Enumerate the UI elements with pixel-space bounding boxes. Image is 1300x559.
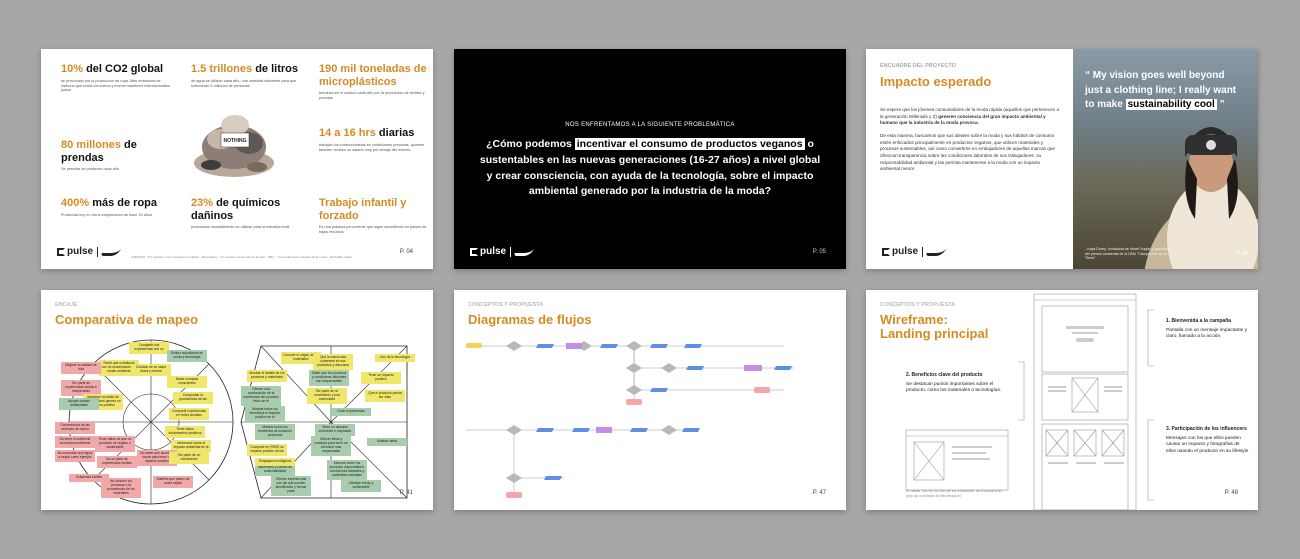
sticky-note: Informar sobre los procesos responsables…	[327, 460, 367, 480]
svg-text:NOTHING: NOTHING	[223, 138, 246, 144]
sticky-note: Saber que los procesos y condiciones lab…	[309, 370, 349, 386]
sticky-note: Mostrar el detalle de los procesos y mat…	[247, 370, 287, 382]
sticky-note: Hacer compras conscientes	[167, 376, 207, 388]
stat-chemicals: 23% de químicos dañinos producidos mundi…	[191, 197, 290, 230]
sticky-note: Mejorar su calidad de vida	[61, 362, 101, 374]
slide-problem[interactable]: NOS ENFRENTAMOS A LA SIGUIENTE PROBLEMÁT…	[454, 49, 846, 269]
stat-garments: 80 millones de prendas Se prendas se pro…	[61, 139, 137, 172]
sticky-note: Empaques ecológicos	[255, 458, 295, 466]
sticky-note: Apoyar causas ambientales	[59, 398, 99, 410]
sticky-note: Que la marca sea coherente en sus produc…	[313, 354, 353, 370]
page-number: P. 04	[399, 249, 413, 255]
wireframe-item-welcome: 1. Bienvenida a la campaña Pantalla con u…	[1166, 318, 1248, 340]
pulse-logo: pulse	[470, 246, 506, 257]
sticky-note: Exhibir actualizado en moda y tecnología	[167, 350, 207, 362]
slide-mapping-comparison[interactable]: ENCAJE Comparativa de mapeo Compartir su…	[41, 290, 433, 510]
stat-microplastics: 190 mil toneladas de microplásticos term…	[319, 63, 427, 101]
wireframe-item-benefits: 2. Beneficios clave del producto Se desta…	[906, 372, 1002, 394]
wireframe-item-influencers: 3. Participación de los influencers Mensa…	[1166, 426, 1249, 454]
sticky-note: Tener un discurso coherente e inspirador	[315, 424, 355, 436]
brand-logos: pulse	[882, 246, 947, 257]
sticky-note: Ser parte de un movimiento	[169, 452, 209, 464]
page-number: P. 06	[1236, 251, 1248, 257]
sticky-note: Compartir experiencias en redes sociales	[169, 408, 209, 420]
flow-diagram	[466, 341, 794, 498]
sticky-note: Compartir en RRSS su impacto positivo de…	[247, 444, 287, 456]
page-number: P. 41	[399, 490, 413, 496]
nike-swoosh-icon	[100, 247, 122, 256]
sources-text: FUENTES: "The Fashion, Inc's contrast is…	[131, 255, 352, 259]
page-number: P. 48	[1224, 490, 1238, 496]
pulse-logo: pulse	[882, 246, 918, 257]
stat-hours: 14 a 16 hrs diarias trabajan los confecc…	[319, 127, 425, 152]
brand-logos: pulse	[57, 246, 122, 257]
nike-swoosh-icon	[513, 247, 535, 256]
brand-logos: pulse	[470, 246, 535, 257]
sticky-note: No encontrar una figura a seguir como ej…	[55, 450, 95, 462]
wireframe-caption: Al hacer clic en la foto de un influence…	[906, 488, 1003, 498]
slide-kicker: ENCUADRE DEL PROYECTO	[880, 63, 956, 69]
sticky-note: Ofrecer una continuación de la experienc…	[241, 386, 281, 406]
slide-title: Impacto esperado	[880, 74, 992, 89]
sticky-note: Diseños que pasen de moda rápido	[153, 476, 193, 488]
sticky-note: Tener datos fundamentos positivos	[165, 426, 205, 438]
sticky-note: Mostrar cifras	[367, 438, 407, 446]
sticky-note: Comprobar la procedencia de las	[173, 392, 213, 404]
sticky-note: Ser parte de un movimiento y una comunid…	[307, 388, 347, 404]
portrait-photo: “ My vision goes well beyond just a clot…	[1073, 49, 1258, 269]
sticky-note: Uso de la tecnología	[375, 354, 415, 362]
stat-water: 1.5 trillones de litros de agua se utili…	[191, 63, 298, 88]
sticky-note: Tener datos de que un producto es vegano…	[95, 436, 135, 452]
sticky-note: Que el producto pueda ser visto	[365, 390, 405, 402]
slide-kicker: NOS ENFRENTAMOS A LA SIGUIENTE PROBLEMÁT…	[565, 122, 735, 128]
pulse-logo: pulse	[57, 246, 93, 257]
sticky-note: Tener un impacto positivo	[361, 372, 401, 384]
sticky-note: Informarse sobre el impacto ambiental de…	[171, 440, 211, 452]
stat-co2: 10% del CO2 global se provocado por la p…	[61, 63, 170, 93]
problem-question: ¿Cómo podemos incentivar el consumo de p…	[479, 138, 821, 198]
slide-expected-impact[interactable]: ENCUADRE DEL PROYECTO Impacto esperado S…	[866, 49, 1258, 269]
sticky-note: Ofrecer ideas y consejos para tener un c…	[311, 436, 351, 456]
sticky-note: Mostrar todos los beneficios el impacto …	[245, 406, 285, 422]
nike-swoosh-icon	[925, 247, 947, 256]
sticky-note: Ofrecer experiencias con las que pueden …	[271, 476, 311, 496]
sticky-note: Compartir sus experiencias con su	[129, 342, 169, 354]
quote: “ My vision goes well beyond just a clot…	[1085, 70, 1237, 110]
sticky-note: Cuidado de su salud física y mental	[131, 364, 171, 376]
quote-caption: - Kaya Dorey, fundadora de Novel Supply …	[1085, 246, 1171, 261]
slide-stats[interactable]: 10% del CO2 global se provocado por la p…	[41, 49, 433, 269]
page-number: P. 05	[812, 249, 826, 255]
sticky-note: Crear experiencias	[331, 408, 371, 416]
sticky-note: Conveniencia de las acciones de marca	[55, 422, 95, 434]
clothes-pile-image: NOTHING	[194, 115, 274, 177]
slide-body: Se espera que los jóvenes consumidores d…	[880, 107, 1060, 172]
slide-flow-diagrams[interactable]: CONCEPTOS Y PROPUESTA Diagramas de flujo…	[454, 290, 846, 510]
slide-wireframe[interactable]: CONCEPTOS Y PROPUESTA Wireframe: Landing…	[866, 290, 1258, 510]
sticky-note: Lifestyle trendy y sustentable	[341, 480, 381, 492]
stat-child-labor: Trabajo infantil y forzado Es una prácti…	[319, 197, 427, 235]
sticky-note: No se parte de experiencias inútiles	[97, 456, 137, 468]
page-number: P. 47	[812, 490, 826, 496]
stat-more-clothes: 400% más de ropa Producida hoy en día a …	[61, 197, 157, 217]
sticky-note: No conocer los procesos o la procedencia…	[101, 478, 141, 498]
sticky-note: No tener el suficiente económica suficie…	[55, 436, 95, 448]
sticky-note: Mostrar todos los beneficios de consumir…	[255, 424, 295, 440]
